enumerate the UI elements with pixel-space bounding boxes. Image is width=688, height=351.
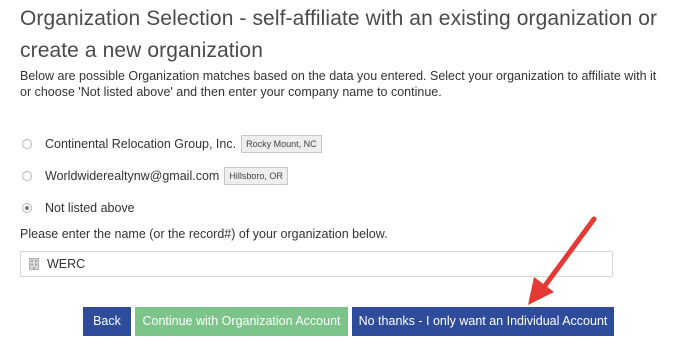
back-button[interactable]: Back [83, 307, 131, 336]
radio-button-selected[interactable] [22, 203, 32, 213]
org-option-continental[interactable]: Continental Relocation Group, Inc. Rocky… [22, 134, 322, 154]
page-description: Below are possible Organization matches … [20, 69, 657, 99]
org-option-worldwiderealty[interactable]: Worldwiderealtynw@gmail.com Hillsboro, O… [22, 166, 288, 186]
radio-button[interactable] [22, 139, 32, 149]
org-name-input[interactable] [47, 257, 587, 271]
red-arrow-annotation [528, 216, 597, 305]
org-input-prompt: Please enter the name (or the record#) o… [20, 227, 388, 241]
continue-organization-button[interactable]: Continue with Organization Account [135, 307, 348, 336]
page-title: Organization Selection - self-affiliate … [20, 7, 658, 62]
radio-button[interactable] [22, 171, 32, 181]
org-option-label: Continental Relocation Group, Inc. [45, 137, 237, 151]
location-badge: Hillsboro, OR [224, 167, 288, 185]
building-icon [29, 258, 39, 270]
org-option-not-listed[interactable]: Not listed above [22, 198, 135, 218]
org-option-label: Not listed above [45, 201, 135, 215]
org-option-label: Worldwiderealtynw@gmail.com [45, 169, 220, 183]
individual-account-button[interactable]: No thanks - I only want an Individual Ac… [352, 307, 614, 336]
location-badge: Rocky Mount, NC [241, 135, 322, 153]
